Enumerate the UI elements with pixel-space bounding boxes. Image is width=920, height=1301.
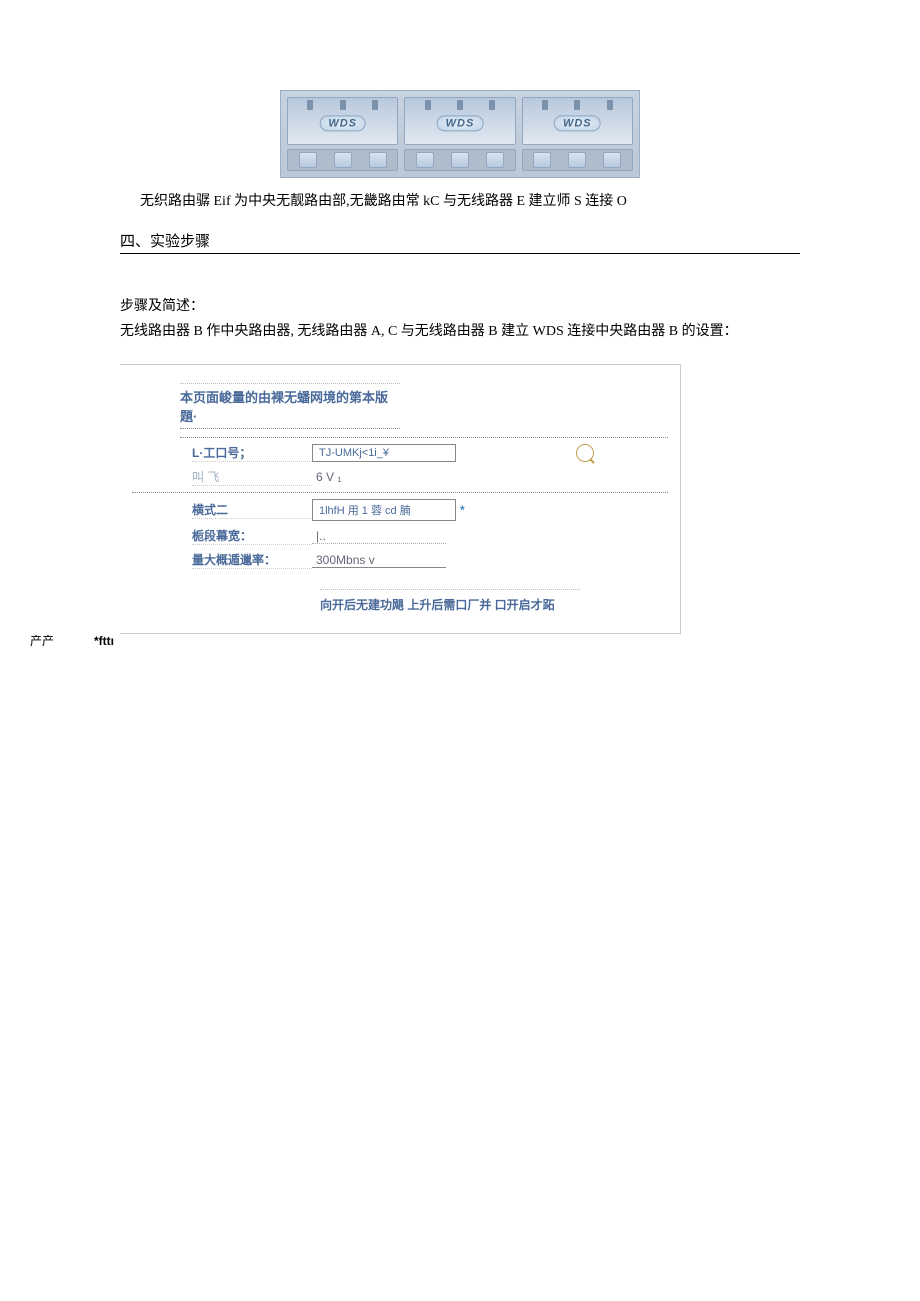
rate-value: 300Mbns v	[312, 553, 446, 568]
config-title: 本页面峻量的由裸无蟠网境的第本版題·	[180, 383, 400, 429]
bottom-left: 产产	[30, 632, 54, 649]
bandwidth-label: 栀段幕宽：	[192, 527, 312, 545]
steps-label: 步骤及简述：	[120, 294, 800, 319]
channel-value: 6 V ₁	[312, 470, 341, 484]
wds-label-a: WDS	[319, 115, 366, 131]
bandwidth-value: |..	[312, 529, 446, 544]
rate-label: 量大概遁邋率：	[192, 551, 312, 569]
router-config-screenshot: 本页面峻量的由裸无蟠网境的第本版題· L·工口号； TJ-UMKj<1i_¥ 叫…	[120, 364, 681, 634]
steps-body: 无线路由器 B 作中央路由器, 无线路由器 A, C 与无线路由器 B 建立 W…	[120, 319, 800, 344]
bottom-right: *fttı	[94, 634, 114, 648]
star-icon: *	[460, 503, 465, 517]
router-a: WDS	[287, 97, 398, 145]
channel-row: 叫 飞 6 V ₁	[192, 468, 680, 486]
router-c: WDS	[522, 97, 633, 145]
ssid-row: L·工口号； TJ-UMKj<1i_¥	[192, 444, 680, 462]
ssid-input[interactable]: TJ-UMKj<1i_¥	[312, 444, 456, 462]
mode-label: 横式二	[192, 501, 312, 519]
wds-diagram: WDS WDS WDS	[280, 90, 640, 178]
config-footer-note: 向开后无建功飓 上升后需口厂并 口开启才跖	[320, 589, 580, 613]
section-title: 四、实验步骤	[120, 230, 800, 254]
channel-label: 叫 飞	[192, 468, 312, 486]
ssid-label: L·工口号；	[192, 444, 312, 462]
mode-input[interactable]: 1lhfH 用 1 蓉 cd 腩	[312, 499, 456, 521]
router-b: WDS	[404, 97, 515, 145]
search-icon[interactable]	[576, 444, 594, 462]
wds-label-b: WDS	[437, 115, 484, 131]
wds-label-c: WDS	[554, 115, 601, 131]
rate-row: 量大概遁邋率： 300Mbns v	[192, 551, 680, 569]
mode-row: 横式二 1lhfH 用 1 蓉 cd 腩 *	[192, 499, 680, 521]
bandwidth-row: 栀段幕宽： |..	[192, 527, 680, 545]
diagram-caption: 无织路由骣 Eif 为中央无靓路由部,无畿路由常 kC 与无线路器 E 建立师 …	[140, 190, 800, 210]
